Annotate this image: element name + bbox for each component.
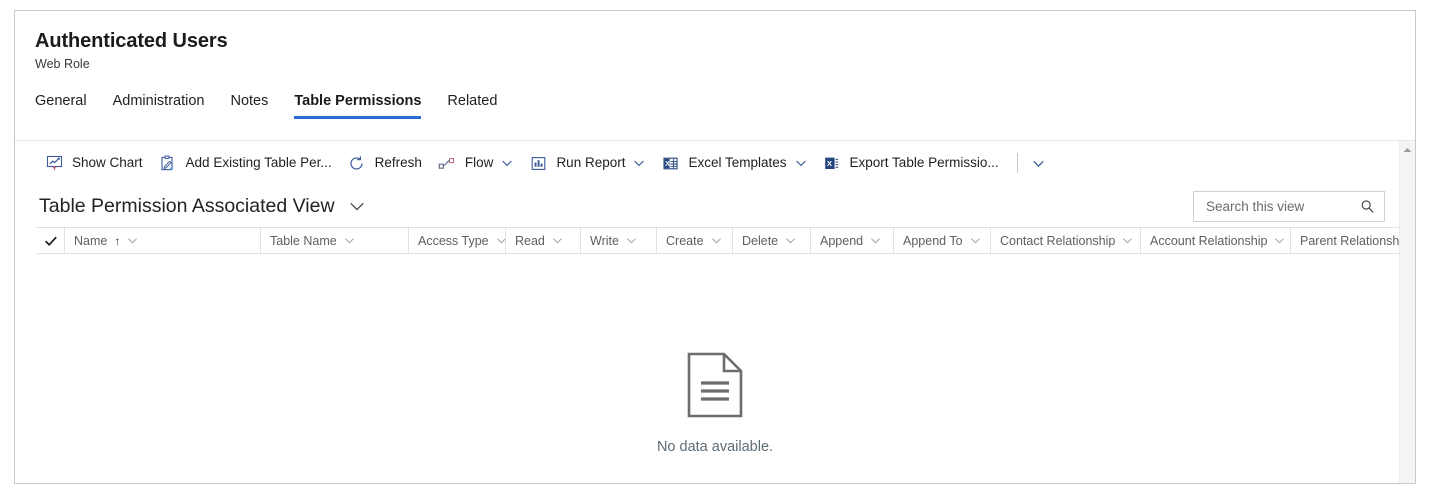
chevron-down-icon[interactable] [711, 235, 722, 246]
column-label: Account Relationship [1150, 233, 1268, 248]
chevron-down-icon [501, 157, 513, 169]
excel-templates-button[interactable]: X Excel Templates [653, 145, 814, 181]
grid-body: No data available. [37, 298, 1393, 482]
flow-icon [438, 154, 456, 172]
command-label: Refresh [374, 155, 422, 170]
empty-state-message: No data available. [656, 438, 774, 455]
tab-related[interactable]: Related [434, 88, 510, 119]
command-label: Run Report [556, 155, 626, 170]
show-chart-button[interactable]: Show Chart [37, 145, 151, 181]
tab-label: Administration [112, 93, 205, 109]
column-label: Read [515, 233, 545, 248]
chevron-down-icon [349, 198, 365, 214]
flow-button[interactable]: Flow [430, 145, 522, 181]
command-label: Flow [464, 155, 494, 170]
caret-up-icon[interactable] [1400, 146, 1415, 154]
column-header-contact-relationship[interactable]: Contact Relationship [990, 228, 1140, 253]
run-report-icon [529, 154, 547, 172]
column-header-append[interactable]: Append [810, 228, 893, 253]
export-excel-icon: X [823, 154, 841, 172]
chevron-down-icon[interactable] [344, 235, 355, 246]
form-header: Authenticated Users Web Role [15, 11, 1415, 73]
chevron-down-icon[interactable] [626, 235, 637, 246]
grid-column-header-row: Name ↑ Table Name Access Type Read Write… [37, 227, 1415, 254]
column-label: Delete [742, 233, 779, 248]
column-header-create[interactable]: Create [656, 228, 732, 253]
search-input[interactable] [1204, 197, 1358, 215]
chevron-down-icon [633, 157, 645, 169]
column-header-parent-relationship[interactable]: Parent Relationship [1290, 228, 1415, 253]
command-label: Export Table Permissio... [849, 155, 999, 170]
chevron-down-icon[interactable] [785, 235, 796, 246]
excel-template-icon: X [661, 154, 679, 172]
chevron-down-icon[interactable] [552, 235, 563, 246]
page-title: Authenticated Users [35, 30, 228, 52]
search-icon[interactable] [1358, 197, 1376, 215]
empty-state: No data available. [657, 352, 773, 457]
column-header-write[interactable]: Write [580, 228, 656, 253]
column-header-table-name[interactable]: Table Name [260, 228, 408, 253]
show-chart-icon [45, 154, 63, 172]
vertical-scrollbar[interactable] [1399, 141, 1415, 483]
chevron-down-icon[interactable] [1274, 235, 1285, 246]
subgrid-container: Show Chart Add Existing Table Per... Ref… [15, 140, 1415, 483]
command-bar: Show Chart Add Existing Table Per... Ref… [15, 141, 1415, 185]
column-label: Write [590, 233, 619, 248]
empty-document-icon [686, 352, 744, 423]
search-box[interactable] [1193, 190, 1385, 222]
command-label: Excel Templates [688, 155, 787, 170]
tab-general[interactable]: General [35, 88, 100, 119]
column-header-append-to[interactable]: Append To [893, 228, 990, 253]
column-header-account-relationship[interactable]: Account Relationship [1140, 228, 1290, 253]
export-table-permissions-button[interactable]: X Export Table Permissio... [815, 145, 1007, 181]
column-label: Table Name [270, 233, 337, 248]
view-name-label: Table Permission Associated View [39, 195, 335, 217]
column-label: Append [820, 233, 864, 248]
command-label: Add Existing Table Per... [185, 155, 332, 170]
svg-text:X: X [665, 161, 670, 168]
svg-text:X: X [827, 158, 832, 167]
column-header-read[interactable]: Read [505, 228, 580, 253]
app-root: Authenticated Users Web Role General Adm… [0, 0, 1430, 500]
chevron-down-icon[interactable] [1122, 235, 1133, 246]
run-report-button[interactable]: Run Report [521, 145, 653, 181]
column-label: Create [666, 233, 704, 248]
command-label: Show Chart [72, 155, 143, 170]
form-tab-strip: General Administration Notes Table Permi… [15, 87, 1415, 119]
tab-label: General [35, 93, 87, 109]
column-label: Name [74, 233, 108, 248]
select-all-checkbox[interactable] [37, 228, 64, 253]
record-entity-label: Web Role [35, 57, 90, 71]
view-selector-row: Table Permission Associated View [15, 185, 1415, 227]
column-header-access-type[interactable]: Access Type [408, 228, 505, 253]
sort-ascending-icon: ↑ [114, 233, 121, 248]
tab-administration[interactable]: Administration [100, 88, 218, 119]
add-existing-table-permission-button[interactable]: Add Existing Table Per... [151, 145, 340, 181]
column-header-name[interactable]: Name ↑ [64, 228, 260, 253]
column-label: Parent Relationship [1300, 233, 1410, 248]
add-existing-record-icon [159, 154, 177, 172]
tab-label: Table Permissions [294, 93, 422, 109]
column-header-delete[interactable]: Delete [732, 228, 810, 253]
chevron-down-icon[interactable] [496, 235, 505, 246]
tab-notes[interactable]: Notes [217, 88, 281, 119]
view-selector[interactable]: Table Permission Associated View [39, 194, 365, 218]
command-bar-divider [1016, 153, 1018, 173]
tab-table-permissions[interactable]: Table Permissions [281, 88, 434, 119]
command-bar-overflow-button[interactable] [1024, 145, 1054, 181]
column-label: Append To [903, 233, 963, 248]
chevron-down-icon[interactable] [870, 235, 881, 246]
record-form-panel: Authenticated Users Web Role General Adm… [14, 10, 1416, 484]
tab-label: Related [447, 93, 498, 109]
chevron-down-icon [795, 157, 807, 169]
tab-label: Notes [230, 93, 269, 109]
refresh-button[interactable]: Refresh [340, 145, 430, 181]
column-label: Contact Relationship [1000, 233, 1116, 248]
column-label: Access Type [418, 233, 489, 248]
chevron-down-icon[interactable] [127, 235, 138, 246]
chevron-down-icon[interactable] [970, 235, 981, 246]
refresh-icon [348, 154, 366, 172]
